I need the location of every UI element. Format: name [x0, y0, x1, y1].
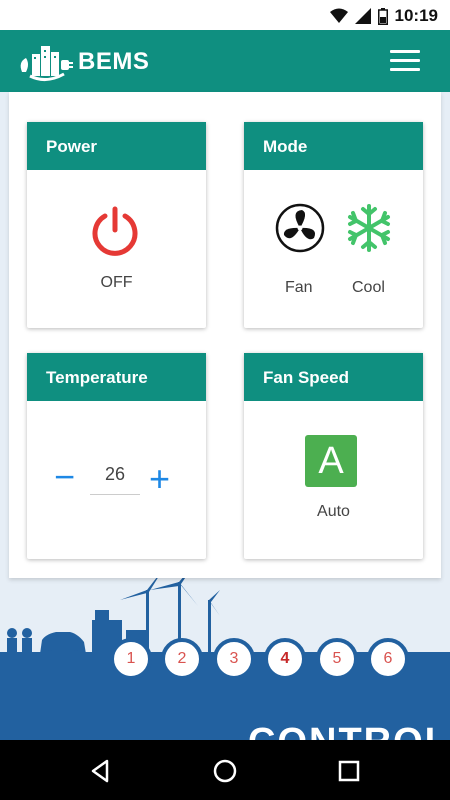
wifi-icon: [329, 8, 348, 23]
power-icon[interactable]: [90, 206, 140, 256]
app-bar: BEMS: [0, 30, 450, 92]
mode-card: Mode Fan Cool: [244, 122, 423, 328]
temperature-card-title: Temperature: [27, 353, 206, 401]
fan-speed-card-title: Fan Speed: [244, 353, 423, 401]
status-icons: 10:19: [329, 6, 438, 26]
power-card-title: Power: [27, 122, 206, 170]
page-dot-6[interactable]: 6: [367, 638, 409, 680]
power-state-label: OFF: [100, 274, 133, 291]
battery-icon: [377, 7, 388, 25]
recents-icon[interactable]: [335, 757, 363, 785]
page-dot-2[interactable]: 2: [161, 638, 203, 680]
decrease-temperature-button[interactable]: −: [54, 459, 75, 495]
mode-card-title: Mode: [244, 122, 423, 170]
status-bar: 10:19: [0, 0, 450, 30]
home-icon[interactable]: [211, 757, 239, 785]
auto-speed-badge[interactable]: A: [305, 435, 357, 487]
hamburger-menu-icon[interactable]: [390, 50, 420, 72]
snowflake-icon[interactable]: [345, 203, 393, 253]
cool-mode-label: Cool: [352, 279, 385, 296]
page-dot-3[interactable]: 3: [213, 638, 255, 680]
fan-mode-icon[interactable]: [275, 203, 325, 253]
page-dot-1[interactable]: 1: [110, 638, 152, 680]
bems-logo-icon: [20, 46, 73, 81]
status-time: 10:19: [394, 6, 438, 25]
temperature-value: 26: [90, 459, 140, 495]
power-card: Power OFF: [27, 122, 206, 328]
back-icon[interactable]: [87, 757, 115, 785]
app-title: BEMS: [78, 48, 150, 75]
page-dot-5[interactable]: 5: [316, 638, 358, 680]
fan-speed-label: Auto: [317, 503, 350, 520]
navigation-bar: [0, 740, 450, 800]
temperature-card: Temperature − 26 +: [27, 353, 206, 559]
page-dot-4[interactable]: 4: [264, 638, 306, 680]
fan-speed-card: Fan Speed A Auto: [244, 353, 423, 559]
control-panel: Power OFF Mode Fan Cool Temperature − 26…: [9, 92, 441, 578]
fan-mode-label: Fan: [285, 279, 313, 296]
cell-signal-icon: [354, 8, 371, 24]
increase-temperature-button[interactable]: +: [149, 461, 170, 497]
